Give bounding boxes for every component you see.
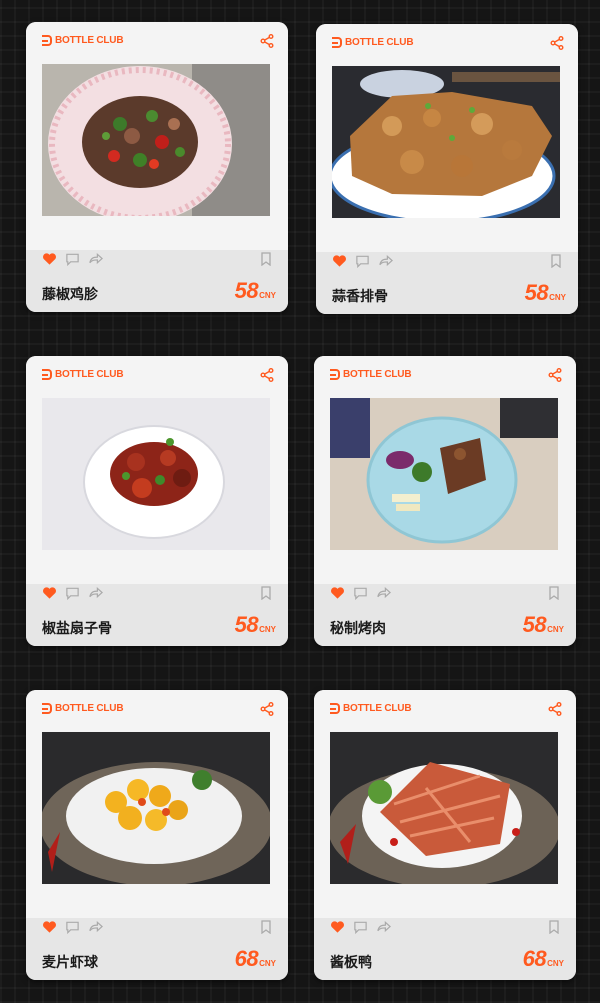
brand-name: BOTTLE CLUB bbox=[55, 369, 124, 380]
share-icon[interactable] bbox=[260, 702, 274, 716]
comment-icon[interactable] bbox=[353, 920, 368, 934]
brand-mark-icon bbox=[42, 35, 52, 46]
dish-name: 秘制烤肉 bbox=[330, 621, 386, 637]
dish-name: 酱板鸭 bbox=[330, 955, 372, 971]
brand-mark-icon bbox=[330, 369, 340, 380]
dish-price: 58 CNY bbox=[523, 612, 564, 638]
brand-logo: BOTTLE CLUB bbox=[330, 703, 412, 714]
brand-logo: BOTTLE CLUB bbox=[42, 703, 124, 714]
comment-icon[interactable] bbox=[65, 920, 80, 934]
dish-card[interactable]: BOTTLE CLUB 藤椒鸡胗 58 CNY bbox=[26, 22, 288, 312]
brand-mark-icon bbox=[330, 703, 340, 714]
price-currency: CNY bbox=[549, 293, 566, 302]
bookmark-icon[interactable] bbox=[260, 252, 272, 266]
brand-mark-icon bbox=[42, 369, 52, 380]
dish-price: 58 CNY bbox=[235, 612, 276, 638]
heart-icon[interactable] bbox=[332, 254, 347, 268]
dish-photo[interactable] bbox=[330, 732, 558, 884]
brand-logo: BOTTLE CLUB bbox=[42, 35, 124, 46]
forward-icon[interactable] bbox=[88, 586, 103, 600]
dish-card[interactable]: BOTTLE CLUB 麦片虾球 68 CNY bbox=[26, 690, 288, 980]
price-value: 58 bbox=[234, 612, 259, 637]
dish-name: 藤椒鸡胗 bbox=[42, 287, 98, 303]
dish-photo[interactable] bbox=[42, 64, 270, 216]
share-icon[interactable] bbox=[548, 368, 562, 382]
price-value: 68 bbox=[234, 946, 259, 971]
comment-icon[interactable] bbox=[353, 586, 368, 600]
dish-price: 68 CNY bbox=[235, 946, 276, 972]
brand-mark-icon bbox=[42, 703, 52, 714]
forward-icon[interactable] bbox=[88, 920, 103, 934]
price-value: 58 bbox=[524, 280, 549, 305]
share-icon[interactable] bbox=[550, 36, 564, 50]
dish-name: 椒盐扇子骨 bbox=[42, 621, 112, 637]
price-currency: CNY bbox=[547, 625, 564, 634]
price-currency: CNY bbox=[259, 625, 276, 634]
comment-icon[interactable] bbox=[65, 252, 80, 266]
heart-icon[interactable] bbox=[330, 920, 345, 934]
heart-icon[interactable] bbox=[42, 586, 57, 600]
price-currency: CNY bbox=[547, 959, 564, 968]
brand-logo: BOTTLE CLUB bbox=[330, 369, 412, 380]
dish-card[interactable]: BOTTLE CLUB 椒盐扇子骨 58 CNY bbox=[26, 356, 288, 646]
card-actions bbox=[42, 252, 103, 266]
forward-icon[interactable] bbox=[376, 920, 391, 934]
card-actions bbox=[332, 254, 393, 268]
card-actions bbox=[330, 920, 391, 934]
heart-icon[interactable] bbox=[42, 920, 57, 934]
forward-icon[interactable] bbox=[88, 252, 103, 266]
brand-name: BOTTLE CLUB bbox=[345, 37, 414, 48]
dish-card[interactable]: BOTTLE CLUB 秘制烤肉 58 CNY bbox=[314, 356, 576, 646]
comment-icon[interactable] bbox=[65, 586, 80, 600]
price-currency: CNY bbox=[259, 291, 276, 300]
brand-name: BOTTLE CLUB bbox=[55, 35, 124, 46]
dish-photo[interactable] bbox=[42, 732, 270, 884]
brand-logo: BOTTLE CLUB bbox=[332, 37, 414, 48]
brand-name: BOTTLE CLUB bbox=[343, 703, 412, 714]
bookmark-icon[interactable] bbox=[548, 586, 560, 600]
brand-name: BOTTLE CLUB bbox=[343, 369, 412, 380]
dish-photo[interactable] bbox=[332, 66, 560, 218]
brand-logo: BOTTLE CLUB bbox=[42, 369, 124, 380]
dish-name: 蒜香排骨 bbox=[332, 289, 388, 305]
forward-icon[interactable] bbox=[378, 254, 393, 268]
card-actions bbox=[42, 586, 103, 600]
heart-icon[interactable] bbox=[330, 586, 345, 600]
dish-price: 68 CNY bbox=[523, 946, 564, 972]
forward-icon[interactable] bbox=[376, 586, 391, 600]
comment-icon[interactable] bbox=[355, 254, 370, 268]
brand-name: BOTTLE CLUB bbox=[55, 703, 124, 714]
share-icon[interactable] bbox=[548, 702, 562, 716]
share-icon[interactable] bbox=[260, 34, 274, 48]
price-value: 58 bbox=[522, 612, 547, 637]
bookmark-icon[interactable] bbox=[260, 920, 272, 934]
dish-price: 58 CNY bbox=[235, 278, 276, 304]
dish-card[interactable]: BOTTLE CLUB 酱板鸭 68 CNY bbox=[314, 690, 576, 980]
dish-name: 麦片虾球 bbox=[42, 955, 98, 971]
dish-photo[interactable] bbox=[42, 398, 270, 550]
bookmark-icon[interactable] bbox=[548, 920, 560, 934]
dish-price: 58 CNY bbox=[525, 280, 566, 306]
heart-icon[interactable] bbox=[42, 252, 57, 266]
price-value: 58 bbox=[234, 278, 259, 303]
dish-photo[interactable] bbox=[330, 398, 558, 550]
price-currency: CNY bbox=[259, 959, 276, 968]
bookmark-icon[interactable] bbox=[550, 254, 562, 268]
bookmark-icon[interactable] bbox=[260, 586, 272, 600]
share-icon[interactable] bbox=[260, 368, 274, 382]
brand-mark-icon bbox=[332, 37, 342, 48]
price-value: 68 bbox=[522, 946, 547, 971]
card-actions bbox=[330, 586, 391, 600]
dish-card[interactable]: BOTTLE CLUB 蒜香排骨 58 CNY bbox=[316, 24, 578, 314]
card-actions bbox=[42, 920, 103, 934]
